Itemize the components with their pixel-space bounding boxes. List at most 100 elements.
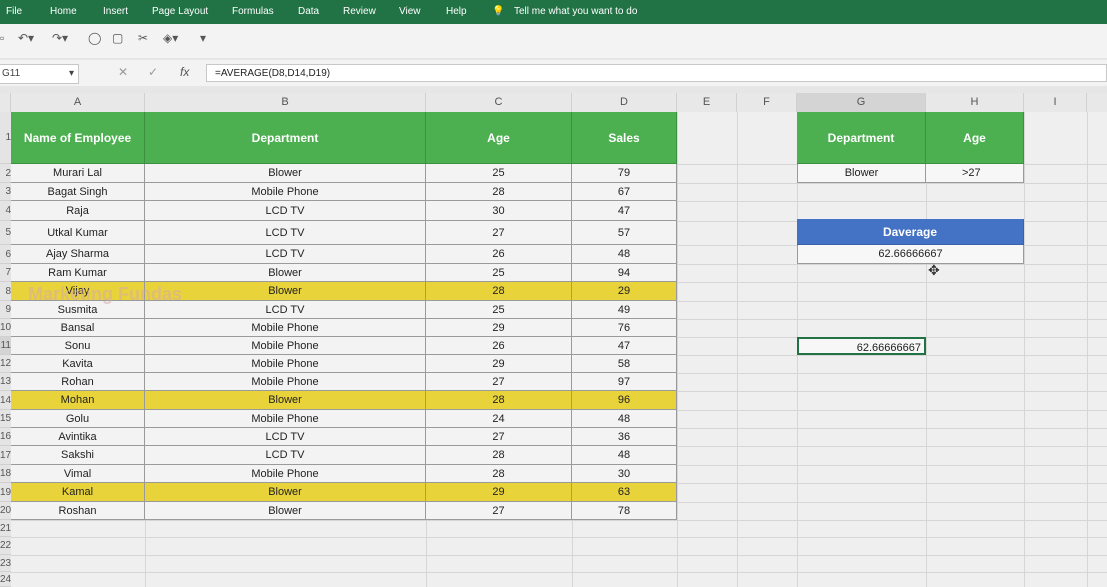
table-cell[interactable]: 28 [426, 183, 572, 201]
table-cell[interactable]: 36 [572, 428, 677, 446]
cancel-icon[interactable]: ✕ [118, 64, 128, 80]
table-cell[interactable]: Blower [145, 164, 426, 183]
table-cell[interactable]: 57 [572, 221, 677, 245]
row-header-18[interactable]: 18 [0, 465, 11, 483]
column-header-b[interactable]: B [145, 93, 426, 112]
table-cell[interactable]: 28 [426, 465, 572, 483]
table-cell[interactable]: 47 [572, 201, 677, 221]
row-header-17[interactable]: 17 [0, 446, 11, 465]
table-cell[interactable]: 79 [572, 164, 677, 183]
column-header-c[interactable]: C [426, 93, 572, 112]
table-cell[interactable]: LCD TV [145, 446, 426, 465]
menu-view[interactable]: View [399, 0, 421, 24]
table-cell[interactable]: Blower [145, 282, 426, 301]
row-header-11[interactable]: 11 [0, 337, 11, 355]
table-cell[interactable]: Bansal [11, 319, 145, 337]
table-cell[interactable]: Utkal Kumar [11, 221, 145, 245]
table-cell[interactable]: 29 [426, 483, 572, 502]
table-cell[interactable]: 27 [426, 428, 572, 446]
table-cell[interactable]: Raja [11, 201, 145, 221]
row-header-13[interactable]: 13 [0, 373, 11, 391]
table-cell[interactable]: 78 [572, 502, 677, 520]
row-header-24[interactable]: 24 [0, 572, 11, 587]
column-header-g[interactable]: G [797, 93, 926, 112]
table-cell[interactable]: Blower [145, 502, 426, 520]
table-cell[interactable]: 25 [426, 264, 572, 282]
menu-insert[interactable]: Insert [103, 0, 128, 24]
undo-icon[interactable]: ↶▾ [18, 30, 34, 46]
menu-help[interactable]: Help [446, 0, 467, 24]
table-cell[interactable]: 47 [572, 337, 677, 355]
table-cell[interactable]: Mobile Phone [145, 319, 426, 337]
row-header-21[interactable]: 21 [0, 520, 11, 537]
select-all-corner[interactable] [0, 93, 11, 112]
table-cell[interactable]: 27 [426, 502, 572, 520]
confirm-icon[interactable]: ✓ [148, 64, 158, 80]
criteria-value-age[interactable]: >27 [926, 164, 1024, 183]
table-cell[interactable]: Mobile Phone [145, 465, 426, 483]
table-cell[interactable]: LCD TV [145, 428, 426, 446]
row-header-5[interactable]: 5 [0, 221, 11, 245]
column-header-f[interactable]: F [737, 93, 797, 112]
row-header-9[interactable]: 9 [0, 301, 11, 319]
redo-icon[interactable]: ↷▾ [52, 30, 68, 46]
name-box[interactable]: G11 ▾ [0, 64, 79, 84]
table-header-cell[interactable]: Age [426, 112, 572, 164]
table-cell[interactable]: Kavita [11, 355, 145, 373]
table-cell[interactable]: Blower [145, 391, 426, 410]
row-header-4[interactable]: 4 [0, 201, 11, 221]
daverage-result[interactable]: 62.66666667 [797, 245, 1024, 264]
table-header-cell[interactable]: Name of Employee [11, 112, 145, 164]
table-cell[interactable]: 48 [572, 410, 677, 428]
table-cell[interactable]: Murari Lal [11, 164, 145, 183]
table-cell[interactable]: 49 [572, 301, 677, 319]
table-cell[interactable]: 25 [426, 164, 572, 183]
table-cell[interactable]: 26 [426, 337, 572, 355]
table-cell[interactable]: 30 [426, 201, 572, 221]
table-cell[interactable]: Mobile Phone [145, 373, 426, 391]
table-cell[interactable]: LCD TV [145, 221, 426, 245]
table-cell[interactable]: 96 [572, 391, 677, 410]
daverage-label[interactable]: Daverage [797, 219, 1024, 245]
table-cell[interactable]: 48 [572, 245, 677, 264]
function-icon[interactable]: fx [180, 64, 189, 80]
column-header-e[interactable]: E [677, 93, 737, 112]
table-cell[interactable]: 29 [426, 319, 572, 337]
table-cell[interactable]: Sakshi [11, 446, 145, 465]
column-header-h[interactable]: H [926, 93, 1024, 112]
row-header-23[interactable]: 23 [0, 555, 11, 572]
table-cell[interactable]: 63 [572, 483, 677, 502]
table-cell[interactable]: 27 [426, 221, 572, 245]
menu-home[interactable]: Home [50, 0, 77, 24]
table-cell[interactable]: 28 [426, 446, 572, 465]
circle-icon[interactable]: ◯ [88, 30, 101, 46]
customize-icon[interactable]: ▾ [200, 30, 206, 46]
row-header-14[interactable]: 14 [0, 391, 11, 410]
active-cell-g11[interactable]: 62.66666667 [797, 337, 926, 355]
table-cell[interactable]: 48 [572, 446, 677, 465]
table-cell[interactable]: 28 [426, 391, 572, 410]
menu-file[interactable]: File [6, 0, 22, 24]
row-header-10[interactable]: 10 [0, 319, 11, 337]
row-header-22[interactable]: 22 [0, 537, 11, 555]
table-cell[interactable]: Mohan [11, 391, 145, 410]
column-header-a[interactable]: A [11, 93, 145, 112]
table-cell[interactable]: LCD TV [145, 245, 426, 264]
row-header-20[interactable]: 20 [0, 502, 11, 520]
row-header-19[interactable]: 19 [0, 483, 11, 502]
chevron-down-icon[interactable]: ▾ [69, 65, 74, 83]
table-cell[interactable]: Rohan [11, 373, 145, 391]
column-header-d[interactable]: D [572, 93, 677, 112]
table-cell[interactable]: 25 [426, 301, 572, 319]
row-header-6[interactable]: 6 [0, 245, 11, 264]
table-cell[interactable]: 29 [426, 355, 572, 373]
table-cell[interactable]: Mobile Phone [145, 183, 426, 201]
criteria-header-age[interactable]: Age [926, 112, 1024, 164]
table-cell[interactable]: 76 [572, 319, 677, 337]
row-header-1[interactable]: 1 [0, 112, 11, 164]
table-cell[interactable]: LCD TV [145, 201, 426, 221]
formula-input[interactable]: =AVERAGE(D8,D14,D19) [206, 64, 1107, 82]
table-cell[interactable]: 30 [572, 465, 677, 483]
table-cell[interactable]: 97 [572, 373, 677, 391]
menu-data[interactable]: Data [298, 0, 319, 24]
